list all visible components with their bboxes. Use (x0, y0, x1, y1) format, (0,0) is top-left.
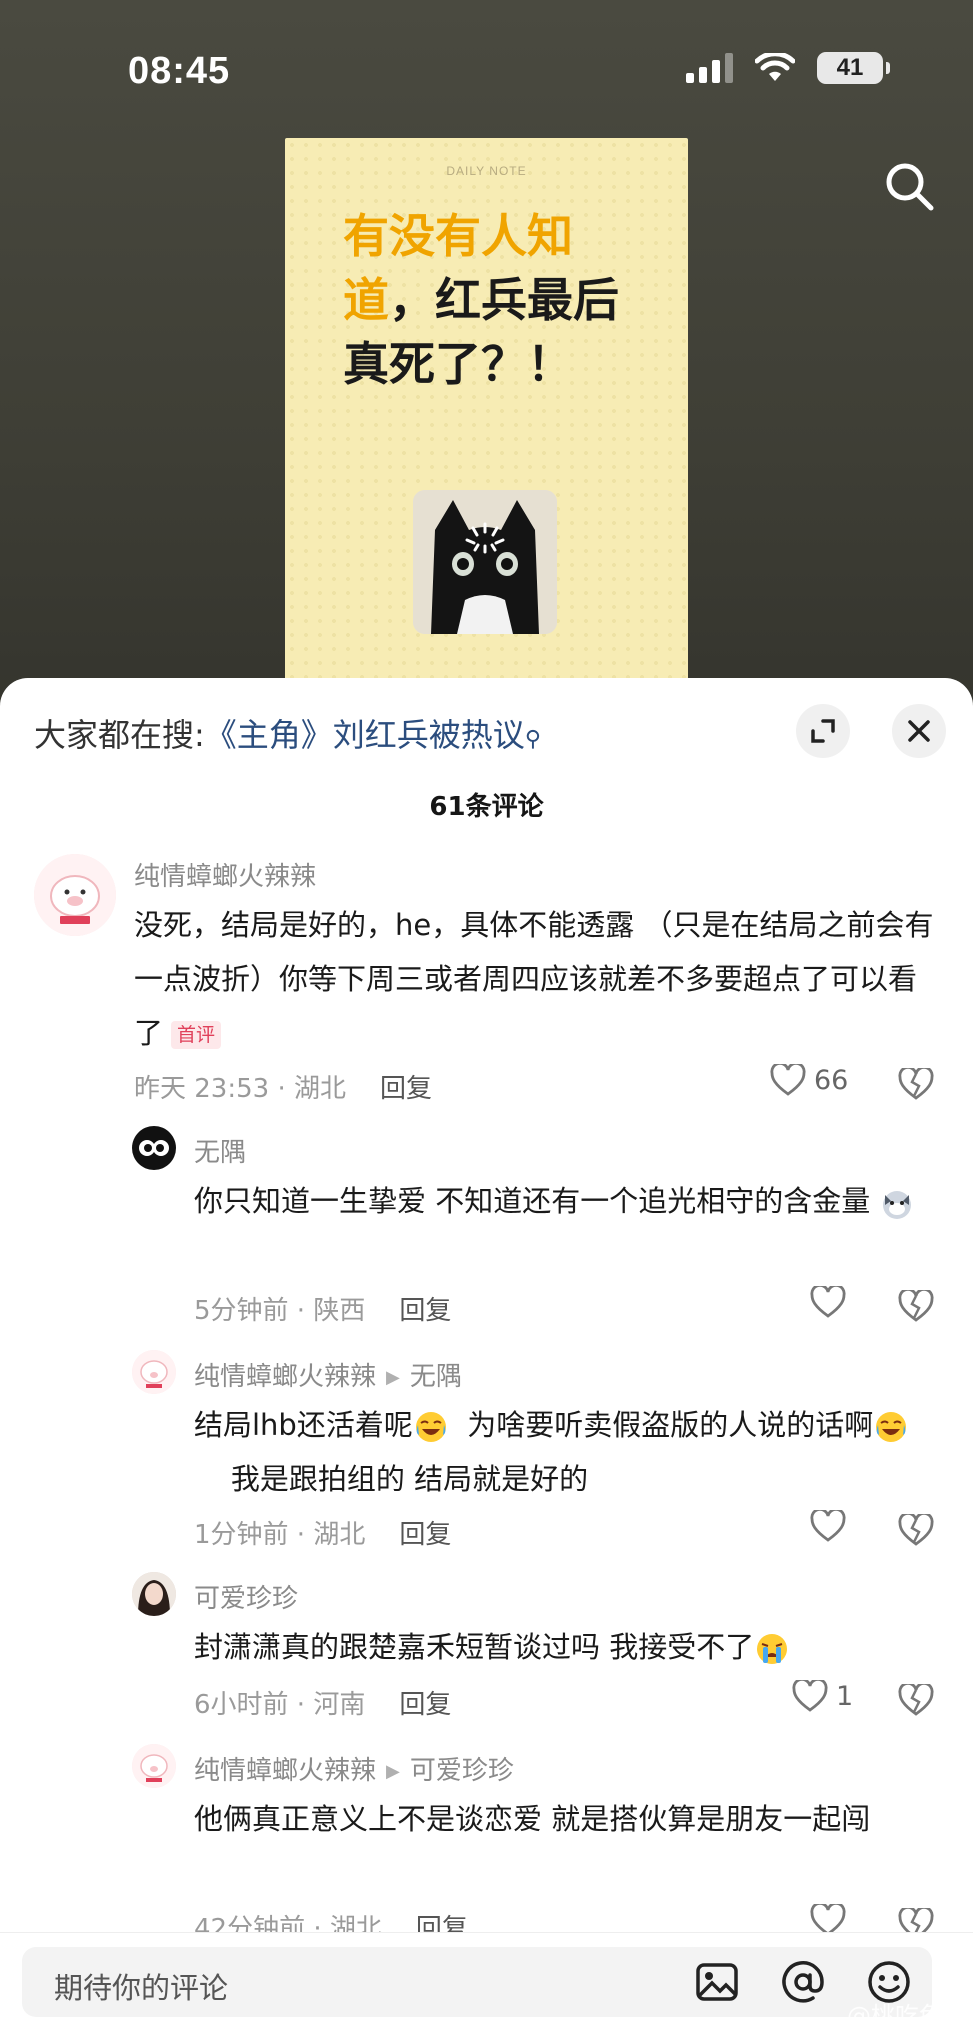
comment-text: 他俩真正意义上不是谈恋爱 就是搭伙算是朋友一起闯 (194, 1792, 934, 1846)
comment-username: 纯情蟑螂火辣辣 ▶ 可爱珍珍 (194, 1750, 514, 1787)
video-area[interactable]: 08:45 41 DAILY NOTE 有没有人知道，红兵最后真死了？！ (0, 0, 973, 718)
eyes-avatar-icon (139, 1140, 169, 1156)
dog-emoji-icon (883, 1191, 912, 1219)
signal-icon (686, 53, 733, 83)
hot-search-prefix: 大家都在搜: (34, 716, 205, 754)
comment-time-location: 1分钟前 · 湖北 (194, 1520, 366, 1550)
reply-target[interactable]: 可爱珍珍 (410, 1756, 514, 1786)
comment-meta: 5分钟前 · 陕西 回复 (194, 1290, 451, 1327)
comment-time-location: 昨天 23:53 · 湖北 (134, 1074, 346, 1104)
comment-meta: 1分钟前 · 湖北 回复 (194, 1514, 451, 1551)
crying-emoji-icon (757, 1634, 788, 1664)
comment-meta: 6小时前 · 河南 回复 (194, 1684, 451, 1721)
reply-button[interactable]: 回复 (399, 1296, 451, 1326)
status-time: 08:45 (128, 50, 231, 92)
comment-input[interactable]: 期待你的评论 (22, 1947, 932, 2017)
avatar[interactable] (132, 1572, 176, 1616)
reply-button[interactable]: 回复 (380, 1074, 432, 1104)
girl-avatar-icon (132, 1572, 176, 1616)
reply-button[interactable]: 回复 (399, 1520, 451, 1550)
card-daily-note: DAILY NOTE (446, 164, 527, 178)
expand-icon (811, 719, 835, 743)
laugh-cry-emoji-icon (876, 1412, 907, 1442)
like-button[interactable] (810, 1286, 854, 1318)
reply-arrow-icon: ▶ (386, 1761, 400, 1782)
at-icon[interactable] (780, 1959, 826, 2005)
first-comment-badge: 首评 (171, 1021, 222, 1049)
broken-heart-icon[interactable] (898, 1290, 934, 1322)
search-small-icon: ⚲ (524, 727, 541, 752)
comment-meta: 昨天 23:53 · 湖北 回复 (134, 1068, 432, 1105)
comment-body-a: 结局lhb还活着呢 (194, 1408, 413, 1442)
cat-image (413, 490, 557, 634)
comment-body: 你只知道一生挚爱 不知道还有一个追光相守的含金量 (194, 1184, 871, 1218)
comment-body: 他俩真正意义上不是谈恋爱 就是搭伙算是朋友一起闯 (194, 1802, 871, 1836)
broken-heart-icon[interactable] (898, 1514, 934, 1546)
reply-author[interactable]: 纯情蟑螂火辣辣 (194, 1362, 376, 1392)
reply-author[interactable]: 纯情蟑螂火辣辣 (194, 1756, 376, 1786)
close-icon (908, 720, 930, 742)
heart-icon (810, 1286, 846, 1318)
like-button[interactable]: 66 (770, 1064, 848, 1096)
hot-search-bar[interactable]: 大家都在搜:《主角》刘红兵被热议⚲ (34, 710, 541, 756)
pig-avatar-icon (34, 854, 116, 936)
reply-target[interactable]: 无隅 (410, 1362, 462, 1392)
comment-input-placeholder: 期待你的评论 (54, 1971, 229, 2005)
heart-icon (770, 1064, 806, 1096)
comment-sheet: 大家都在搜:《主角》刘红兵被热议⚲ 61条评论 纯情蟑螂火辣辣 没死，结局是好的… (0, 678, 973, 2020)
broken-heart-icon[interactable] (898, 1684, 934, 1716)
comment-time-location: 6小时前 · 河南 (194, 1690, 366, 1720)
reply-button[interactable]: 回复 (399, 1690, 451, 1720)
avatar[interactable] (132, 1744, 176, 1788)
comment-username: 纯情蟑螂火辣辣 ▶ 无隅 (194, 1356, 462, 1393)
like-count: 1 (836, 1680, 854, 1712)
comment-text: 结局lhb还活着呢 为啥要听卖假盗版的人说的话啊 我是跟拍组的 结局就是好的 (194, 1398, 934, 1506)
pig-avatar-icon (132, 1744, 176, 1788)
comment-text: 没死，结局是好的，he，具体不能透露 （只是在结局之前会有一点波折）你等下周三或… (134, 898, 934, 1060)
watermark: @桃吃兔 (847, 2002, 943, 2020)
hot-search-link[interactable]: 《主角》刘红兵被热议 (205, 716, 525, 754)
pig-avatar-icon (132, 1350, 176, 1394)
close-button[interactable] (892, 704, 946, 758)
reply-arrow-icon: ▶ (386, 1367, 400, 1388)
comment-input-bar: 期待你的评论 (0, 1932, 973, 2020)
comment-body: 没死，结局是好的，he，具体不能透露 （只是在结局之前会有一点波折）你等下周三或… (134, 908, 934, 1050)
card-title: 有没有人知道，红兵最后真死了？！ (343, 204, 643, 396)
comment-count: 61条评论 (429, 792, 544, 822)
like-button[interactable]: 1 (792, 1680, 853, 1712)
avatar[interactable] (132, 1350, 176, 1394)
video-cover-card: DAILY NOTE 有没有人知道，红兵最后真死了？！ (285, 138, 688, 718)
avatar[interactable] (34, 854, 116, 936)
comment-username[interactable]: 可爱珍珍 (194, 1578, 298, 1615)
comment-username[interactable]: 纯情蟑螂火辣辣 (134, 856, 316, 893)
comment-body: 封潇潇真的跟楚嘉禾短暂谈过吗 我接受不了 (194, 1630, 755, 1664)
comment-username[interactable]: 无隅 (194, 1132, 246, 1169)
avatar[interactable] (132, 1126, 176, 1170)
comment-body-c: 我是跟拍组的 结局就是好的 (230, 1462, 589, 1496)
status-icons: 41 (686, 52, 890, 84)
wifi-icon (755, 53, 795, 81)
heart-icon (810, 1510, 846, 1542)
comment-text: 封潇潇真的跟楚嘉禾短暂谈过吗 我接受不了 (194, 1620, 934, 1674)
broken-heart-icon[interactable] (898, 1068, 934, 1100)
image-icon[interactable] (694, 1959, 740, 2005)
expand-button[interactable] (796, 704, 850, 758)
like-count: 66 (814, 1064, 849, 1096)
heart-icon (792, 1680, 828, 1712)
battery-indicator: 41 (817, 52, 890, 84)
search-icon[interactable] (881, 158, 937, 214)
laugh-cry-emoji-icon (415, 1412, 446, 1442)
comment-time-location: 5分钟前 · 陕西 (194, 1296, 366, 1326)
comment-body-b: 为啥要听卖假盗版的人说的话啊 (467, 1408, 874, 1442)
like-button[interactable] (810, 1510, 854, 1542)
comment-text: 你只知道一生挚爱 不知道还有一个追光相守的含金量 (194, 1174, 934, 1228)
